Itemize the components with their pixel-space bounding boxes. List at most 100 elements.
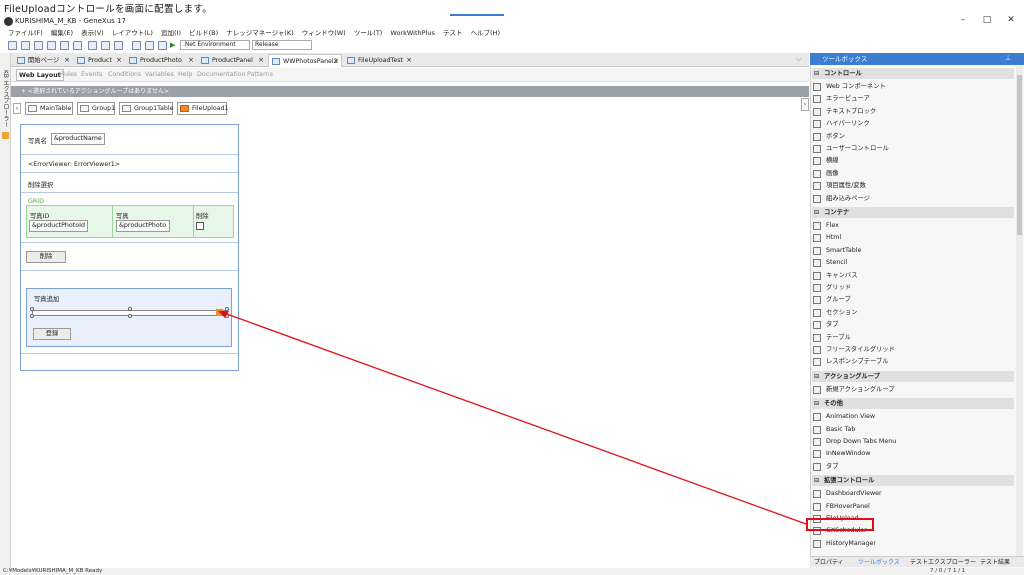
toolbox-item[interactable]: タブ xyxy=(812,319,1014,331)
toolbox-item[interactable]: セクション xyxy=(812,307,1014,319)
toolbox-item[interactable]: フリースタイルグリッド xyxy=(812,344,1014,356)
toolbox-item[interactable]: DashboardViewer xyxy=(812,488,1014,500)
toolbox-item[interactable]: Flex xyxy=(812,220,1014,232)
delete-button[interactable]: 削除 xyxy=(26,251,66,263)
pin-icon[interactable]: ⊥ xyxy=(1005,54,1011,62)
toolbox-item[interactable]: グループ xyxy=(812,294,1014,306)
rebuild-icon[interactable] xyxy=(158,41,167,50)
toolbox-item[interactable]: タブ xyxy=(812,461,1014,473)
toolbox-item[interactable]: HistoryManager xyxy=(812,538,1014,550)
menu-test[interactable]: テスト xyxy=(443,29,463,37)
kb-explorer-tab[interactable]: KB エクスプローラー xyxy=(1,70,10,128)
configuration-select[interactable]: Release xyxy=(252,40,312,50)
resize-handle[interactable] xyxy=(128,307,132,311)
collapse-icon[interactable]: ⊟ xyxy=(814,371,819,382)
toolbox-item[interactable]: グリッド xyxy=(812,282,1014,294)
resize-handle[interactable] xyxy=(225,307,229,311)
toolbox-item[interactable]: Animation View xyxy=(812,411,1014,423)
doc-tab[interactable]: Product × xyxy=(74,54,124,67)
menu-knowledge-manager[interactable]: ナレッジマネージャ(K) xyxy=(226,29,293,37)
tab-properties[interactable]: プロパティ xyxy=(814,557,844,568)
run-icon[interactable]: ▶ xyxy=(170,41,175,49)
collapse-icon[interactable]: ⊟ xyxy=(814,475,819,486)
delete-checkbox[interactable] xyxy=(196,222,204,230)
toolbox-item[interactable]: 新規アクショングループ xyxy=(812,384,1014,396)
resize-handle[interactable] xyxy=(128,314,132,318)
tab-test-results[interactable]: テスト結果 xyxy=(980,557,1010,568)
tab-rules[interactable]: Rules xyxy=(58,69,79,81)
menu-help[interactable]: ヘルプ(H) xyxy=(471,29,500,37)
undo-icon[interactable] xyxy=(88,41,97,50)
breadcrumb-maintable[interactable]: MainTable xyxy=(25,102,73,115)
environment-select[interactable]: .Net Environment xyxy=(180,40,250,50)
error-viewer[interactable]: <ErrorViewer: ErrorViewer1> xyxy=(28,161,120,168)
menu-workwithplus[interactable]: WorkWithPlus xyxy=(390,29,434,37)
toolbox-category[interactable]: ⊟ コンテナ xyxy=(812,207,1014,218)
toolbox-scroll-thumb[interactable] xyxy=(1017,75,1022,235)
collapse-icon[interactable]: ⊟ xyxy=(814,207,819,218)
breadcrumb-fileupload1[interactable]: FileUpload1 xyxy=(177,102,229,115)
doc-tab[interactable]: ProductPhoto × xyxy=(126,54,196,67)
tabs-overflow-icon[interactable]: ⌵ xyxy=(796,55,801,64)
collapse-icon[interactable]: ⊟ xyxy=(814,398,819,409)
menu-tools[interactable]: ツール(T) xyxy=(354,29,383,37)
cut-icon[interactable] xyxy=(47,41,56,50)
breadcrumb-left-icon[interactable]: ‹ xyxy=(13,103,21,114)
toolbox-item[interactable]: テーブル xyxy=(812,332,1014,344)
toolbox-item[interactable]: Web コンポーネント xyxy=(812,81,1014,93)
close-tab-icon[interactable]: × xyxy=(64,54,70,67)
toolbox-item[interactable]: Stencil xyxy=(812,257,1014,269)
menu-layout[interactable]: レイアウト(L) xyxy=(112,29,153,37)
close-tab-icon[interactable]: × xyxy=(333,55,339,68)
build-icon[interactable] xyxy=(132,41,141,50)
resize-handle[interactable] xyxy=(30,314,34,318)
close-tab-icon[interactable]: × xyxy=(188,54,194,67)
open-icon[interactable] xyxy=(21,41,30,50)
resize-handle[interactable] xyxy=(30,307,34,311)
tab-web-layout[interactable]: Web Layout xyxy=(16,69,64,81)
menu-view[interactable]: 表示(V) xyxy=(81,29,104,37)
toolbox-category[interactable]: ⊟ その他 xyxy=(812,398,1014,410)
tab-events[interactable]: Events xyxy=(79,69,104,81)
toolbox-item[interactable]: テキストブロック xyxy=(812,106,1014,118)
register-button[interactable]: 登録 xyxy=(33,328,71,340)
tab-help[interactable]: Help xyxy=(176,69,194,81)
breadcrumb-group1[interactable]: Group1 xyxy=(77,102,115,115)
tab-test-explorer[interactable]: テストエクスプローラー xyxy=(910,557,976,568)
toolbox-item[interactable]: ハイパーリンク xyxy=(812,118,1014,130)
menu-insert[interactable]: 追加(I) xyxy=(161,29,181,37)
product-photo-field[interactable]: &productPhoto xyxy=(116,220,170,232)
doc-tab[interactable]: ProductPanel × xyxy=(198,54,266,67)
toolbox-category[interactable]: ⊟ アクショングループ xyxy=(812,370,1014,382)
toolbox-item[interactable]: ボタン xyxy=(812,131,1014,143)
close-tab-icon[interactable]: × xyxy=(406,54,412,67)
close-tab-icon[interactable]: × xyxy=(258,54,264,67)
toolbox-item[interactable]: Drop Down Tabs Menu xyxy=(812,436,1014,448)
tab-toolbox[interactable]: ツールボックス xyxy=(858,557,900,568)
toolbox-item[interactable]: エラービューア xyxy=(812,93,1014,105)
action-group-bar[interactable]: + <選択されているアクショングループはありません> xyxy=(11,86,809,97)
product-photo-id-field[interactable]: &productPhotoId xyxy=(29,220,88,232)
close-button[interactable]: ✕ xyxy=(1004,14,1018,26)
toolbox-item[interactable]: FBHoverPanel xyxy=(812,501,1014,513)
breadcrumb-right-icon[interactable]: › xyxy=(801,98,809,111)
toolbox-item[interactable]: 項目属性/変数 xyxy=(812,180,1014,192)
collapse-icon[interactable]: ⊟ xyxy=(814,68,819,79)
toolbox-item[interactable]: レスポンシブテーブル xyxy=(812,356,1014,368)
restore-button[interactable]: □ xyxy=(980,14,994,26)
menu-window[interactable]: ウィンドウ(W) xyxy=(302,29,346,37)
tab-variables[interactable]: Variables xyxy=(143,69,176,81)
doc-tab[interactable]: WWPhotosPanel2 × xyxy=(268,54,342,67)
minimize-button[interactable]: – xyxy=(956,14,970,26)
copy-icon[interactable] xyxy=(60,41,69,50)
menu-build[interactable]: ビルド(B) xyxy=(189,29,218,37)
toolbox-category[interactable]: ⊟ コントロール xyxy=(812,68,1014,79)
tab-patterns[interactable]: Patterns xyxy=(245,69,275,81)
menu-file[interactable]: ファイル(F) xyxy=(8,29,43,37)
new-icon[interactable] xyxy=(8,41,17,50)
tab-documentation[interactable]: Documentation xyxy=(195,69,248,81)
preferences-icon[interactable] xyxy=(2,132,9,139)
toolbox-item[interactable]: Basic Tab xyxy=(812,424,1014,436)
toolbox-item[interactable]: 組み込みページ xyxy=(812,193,1014,205)
doc-tab[interactable]: 開始ページ × xyxy=(14,54,72,67)
